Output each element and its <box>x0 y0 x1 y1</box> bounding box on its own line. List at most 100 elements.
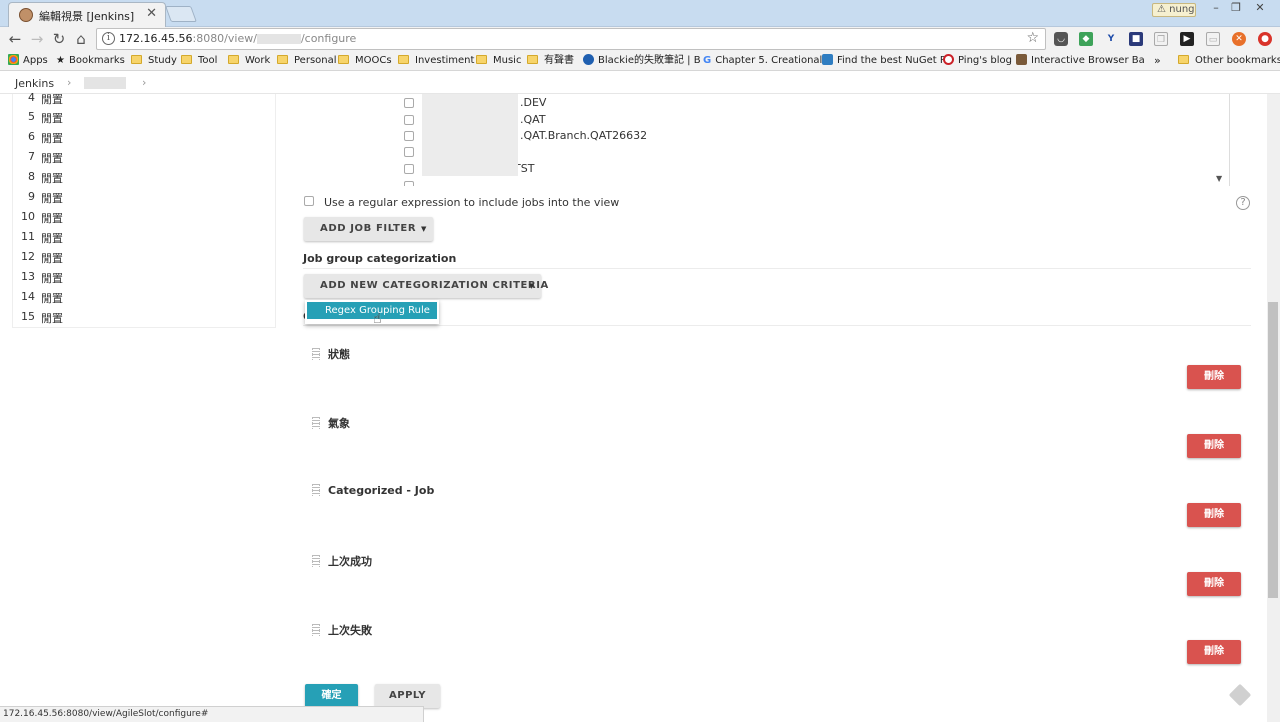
drag-handle-icon[interactable] <box>312 417 320 429</box>
browser-title-bar: 編輯視景 [Jenkins] ✕ ⚠ nung – ❐ ✕ <box>0 0 1280 27</box>
link-status-bar: 172.16.45.56:8080/view/AgileSlot/configu… <box>0 706 424 722</box>
folder-icon <box>181 55 192 64</box>
browser-toolbar: ← → ↻ ⌂ i 172.16.45.56:8080/view//config… <box>0 27 1280 51</box>
browser-tab[interactable]: 編輯視景 [Jenkins] ✕ <box>8 2 166 27</box>
star-icon: ★ <box>56 55 65 66</box>
bookmark-investiment[interactable]: Investiment <box>398 54 474 68</box>
column-row-weather[interactable]: 氣象 <box>312 415 350 433</box>
bookmark-audiobooks[interactable]: 有聲書 <box>527 54 574 68</box>
nuget-favicon-icon <box>822 54 833 65</box>
add-job-filter-button[interactable]: ADD JOB FILTER ▼ <box>304 217 433 241</box>
bookmark-blackie[interactable]: Blackie的失敗筆記 | B <box>583 54 701 68</box>
drag-handle-icon[interactable] <box>312 624 320 636</box>
job-checkbox[interactable] <box>404 181 414 186</box>
bookmark-nuget[interactable]: Find the best NuGet P <box>822 54 946 68</box>
bookmark-work[interactable]: Work <box>228 54 270 68</box>
apply-button[interactable]: APPLY <box>375 684 440 708</box>
ext-copy-icon[interactable]: ❐ <box>1154 32 1168 46</box>
pocket-extension-icon[interactable]: ◡ <box>1054 32 1068 46</box>
folder-icon <box>228 55 239 64</box>
bookmarks-overflow-button[interactable]: » <box>1154 54 1161 68</box>
profile-badge[interactable]: ⚠ nung <box>1152 3 1196 17</box>
delete-column-button[interactable]: 刪除 <box>1187 640 1241 664</box>
restore-button[interactable]: ❐ <box>1226 2 1246 16</box>
feedly-extension-icon[interactable]: ◆ <box>1079 32 1093 46</box>
pinterest-icon <box>943 54 954 65</box>
yahoo-extension-icon[interactable]: Y <box>1104 32 1118 46</box>
ext-blue-icon[interactable]: ■ <box>1129 32 1143 46</box>
delete-column-button[interactable]: 刪除 <box>1187 572 1241 596</box>
breadcrumb-separator: › <box>142 76 147 89</box>
bookmark-interactive-browser[interactable]: Interactive Browser Ba <box>1016 54 1145 68</box>
ok-button[interactable]: 確定 <box>305 684 358 708</box>
regex-checkbox[interactable] <box>304 196 314 206</box>
list-scroll-down-icon[interactable]: ▼ <box>1216 174 1222 183</box>
job-checkbox[interactable] <box>404 164 414 174</box>
column-row-categorized-job[interactable]: Categorized - Job <box>312 484 434 502</box>
ext-play-icon[interactable]: ▶ <box>1180 32 1194 46</box>
divider <box>303 268 1251 269</box>
site-info-icon[interactable]: i <box>102 32 115 45</box>
job-checkbox[interactable] <box>404 147 414 157</box>
job-checkbox[interactable] <box>404 115 414 125</box>
hand-cursor-icon: ☝ <box>373 311 382 327</box>
breadcrumb: Jenkins › › <box>0 72 1280 94</box>
regex-include-option[interactable]: Use a regular expression to include jobs… <box>304 196 619 209</box>
breadcrumb-jenkins[interactable]: Jenkins <box>15 77 54 90</box>
drag-handle-icon[interactable] <box>312 484 320 496</box>
forward-arrow-icon[interactable]: → <box>28 30 46 48</box>
job-checkbox[interactable] <box>404 98 414 108</box>
bookmark-apps[interactable]: Apps <box>8 54 48 68</box>
tab-close-icon[interactable]: ✕ <box>146 6 157 21</box>
bookmarks-bar: Apps ★ Bookmarks Study Tool Work Personal… <box>0 51 1280 71</box>
delete-column-button[interactable]: 刪除 <box>1187 503 1241 527</box>
drag-handle-icon[interactable] <box>312 555 320 567</box>
bookmark-bookmarks[interactable]: ★ Bookmarks <box>56 54 125 68</box>
delete-column-button[interactable]: 刪除 <box>1187 434 1241 458</box>
home-icon[interactable]: ⌂ <box>72 30 90 48</box>
job-checkbox[interactable] <box>404 131 414 141</box>
breadcrumb-view-redacted[interactable] <box>84 77 126 89</box>
regex-grouping-rule-menu-item[interactable]: Regex Grouping Rule <box>307 302 437 319</box>
ext-window-icon[interactable]: ▭ <box>1206 32 1220 46</box>
new-tab-button[interactable] <box>165 6 197 22</box>
folder-icon <box>131 55 142 64</box>
jobs-checkbox-list[interactable]: .DEV .QAT .QAT.Branch.QAT26632 TST <box>402 94 1230 186</box>
bookmark-other[interactable]: Other bookmarks <box>1178 54 1280 68</box>
folder-icon <box>338 55 349 64</box>
bookmark-chapter5[interactable]: G Chapter 5. Creational <box>703 54 822 68</box>
bookmark-pings-blog[interactable]: Ping's blog <box>943 54 1012 68</box>
dropdown-caret-icon: ▼ <box>421 225 427 233</box>
bookmark-personal[interactable]: Personal <box>277 54 337 68</box>
ext-red-icon[interactable]: ● <box>1258 32 1272 46</box>
site-favicon-icon <box>1016 54 1027 65</box>
redacted-job-names <box>422 94 518 176</box>
bookmark-moocs[interactable]: MOOCs <box>338 54 392 68</box>
add-categorization-criteria-button[interactable]: ADD NEW CATEGORIZATION CRITERIA ▼ <box>304 274 548 298</box>
bookmark-study[interactable]: Study <box>131 54 177 68</box>
executor-status-panel: 4 閒置 5 閒置 6 閒置 7 閒置 8 閒置 9 閒置 10 閒置 11 閒置 12 閒置 1… <box>12 91 276 328</box>
column-row-last-failure[interactable]: 上次失敗 <box>312 622 372 640</box>
back-arrow-icon[interactable]: ← <box>6 30 24 48</box>
divider <box>303 325 1251 326</box>
bookmark-music[interactable]: Music <box>476 54 521 68</box>
column-row-status[interactable]: 狀態 <box>312 346 350 364</box>
bookmark-tool[interactable]: Tool <box>181 54 217 68</box>
widget-corner-icon[interactable] <box>1228 683 1252 707</box>
criteria-dropdown-menu: Regex Grouping Rule <box>305 300 439 324</box>
folder-icon <box>527 55 538 64</box>
minimize-button[interactable]: – <box>1206 2 1226 16</box>
drag-handle-icon[interactable] <box>312 348 320 360</box>
close-window-button[interactable]: ✕ <box>1250 2 1270 16</box>
tab-title: 編輯視景 [Jenkins] <box>39 10 135 23</box>
bookmark-star-icon[interactable]: ☆ <box>1026 30 1039 46</box>
page-scrollbar-thumb[interactable] <box>1268 302 1278 598</box>
ext-orange-icon[interactable]: ✕ <box>1232 32 1246 46</box>
column-row-last-success[interactable]: 上次成功 <box>312 553 372 571</box>
help-icon[interactable]: ? <box>1236 196 1250 210</box>
address-bar[interactable]: i 172.16.45.56:8080/view//configure ☆ <box>96 28 1046 50</box>
folder-icon <box>1178 55 1189 64</box>
reload-icon[interactable]: ↻ <box>50 30 68 48</box>
folder-icon <box>476 55 487 64</box>
delete-column-button[interactable]: 刪除 <box>1187 365 1241 389</box>
